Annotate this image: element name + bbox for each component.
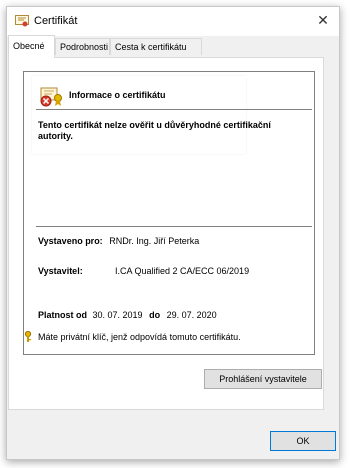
issuer-value: I.CA Qualified 2 CA/ECC 06/2019 bbox=[115, 266, 250, 276]
divider bbox=[36, 109, 312, 110]
ok-button[interactable]: OK bbox=[270, 431, 336, 451]
verification-warning: Tento certifikát nelze ověřit u důvěryho… bbox=[38, 120, 271, 141]
certificate-icon bbox=[15, 15, 29, 27]
certificate-error-icon bbox=[40, 87, 62, 107]
tab-certification-path[interactable]: Cesta k certifikátu bbox=[110, 38, 202, 55]
window-title: Certifikát bbox=[34, 15, 78, 27]
tab-general[interactable]: Obecné bbox=[8, 35, 55, 58]
issued-to-row: Vystaveno pro: RNDr. Ing. Jiří Peterka bbox=[38, 236, 199, 246]
title-bar: Certifikát ✕ bbox=[7, 7, 339, 36]
issued-to-value: RNDr. Ing. Jiří Peterka bbox=[109, 236, 200, 246]
key-icon bbox=[24, 331, 32, 342]
issuer-label: Vystavitel: bbox=[38, 266, 83, 276]
to-label: do bbox=[149, 310, 161, 320]
divider bbox=[36, 226, 312, 227]
tab-details[interactable]: Podrobnosti bbox=[55, 38, 110, 55]
validity-row: Platnost od 30. 07. 2019 do 29. 07. 2020 bbox=[38, 310, 217, 320]
valid-to: 29. 07. 2020 bbox=[166, 310, 217, 320]
frame-left-line bbox=[23, 158, 24, 330]
info-heading: Informace o certifikátu bbox=[69, 90, 166, 100]
issuer-row: Vystavitel: bbox=[38, 266, 83, 276]
validity-label: Platnost od bbox=[38, 310, 87, 320]
close-icon[interactable]: ✕ bbox=[315, 12, 331, 29]
issuer-statement-button[interactable]: Prohlášení vystavitele bbox=[204, 369, 322, 389]
private-key-note: Máte privátní klíč, jenž odpovídá tomuto… bbox=[38, 332, 241, 342]
valid-from: 30. 07. 2019 bbox=[92, 310, 143, 320]
issued-to-label: Vystaveno pro: bbox=[38, 236, 103, 246]
